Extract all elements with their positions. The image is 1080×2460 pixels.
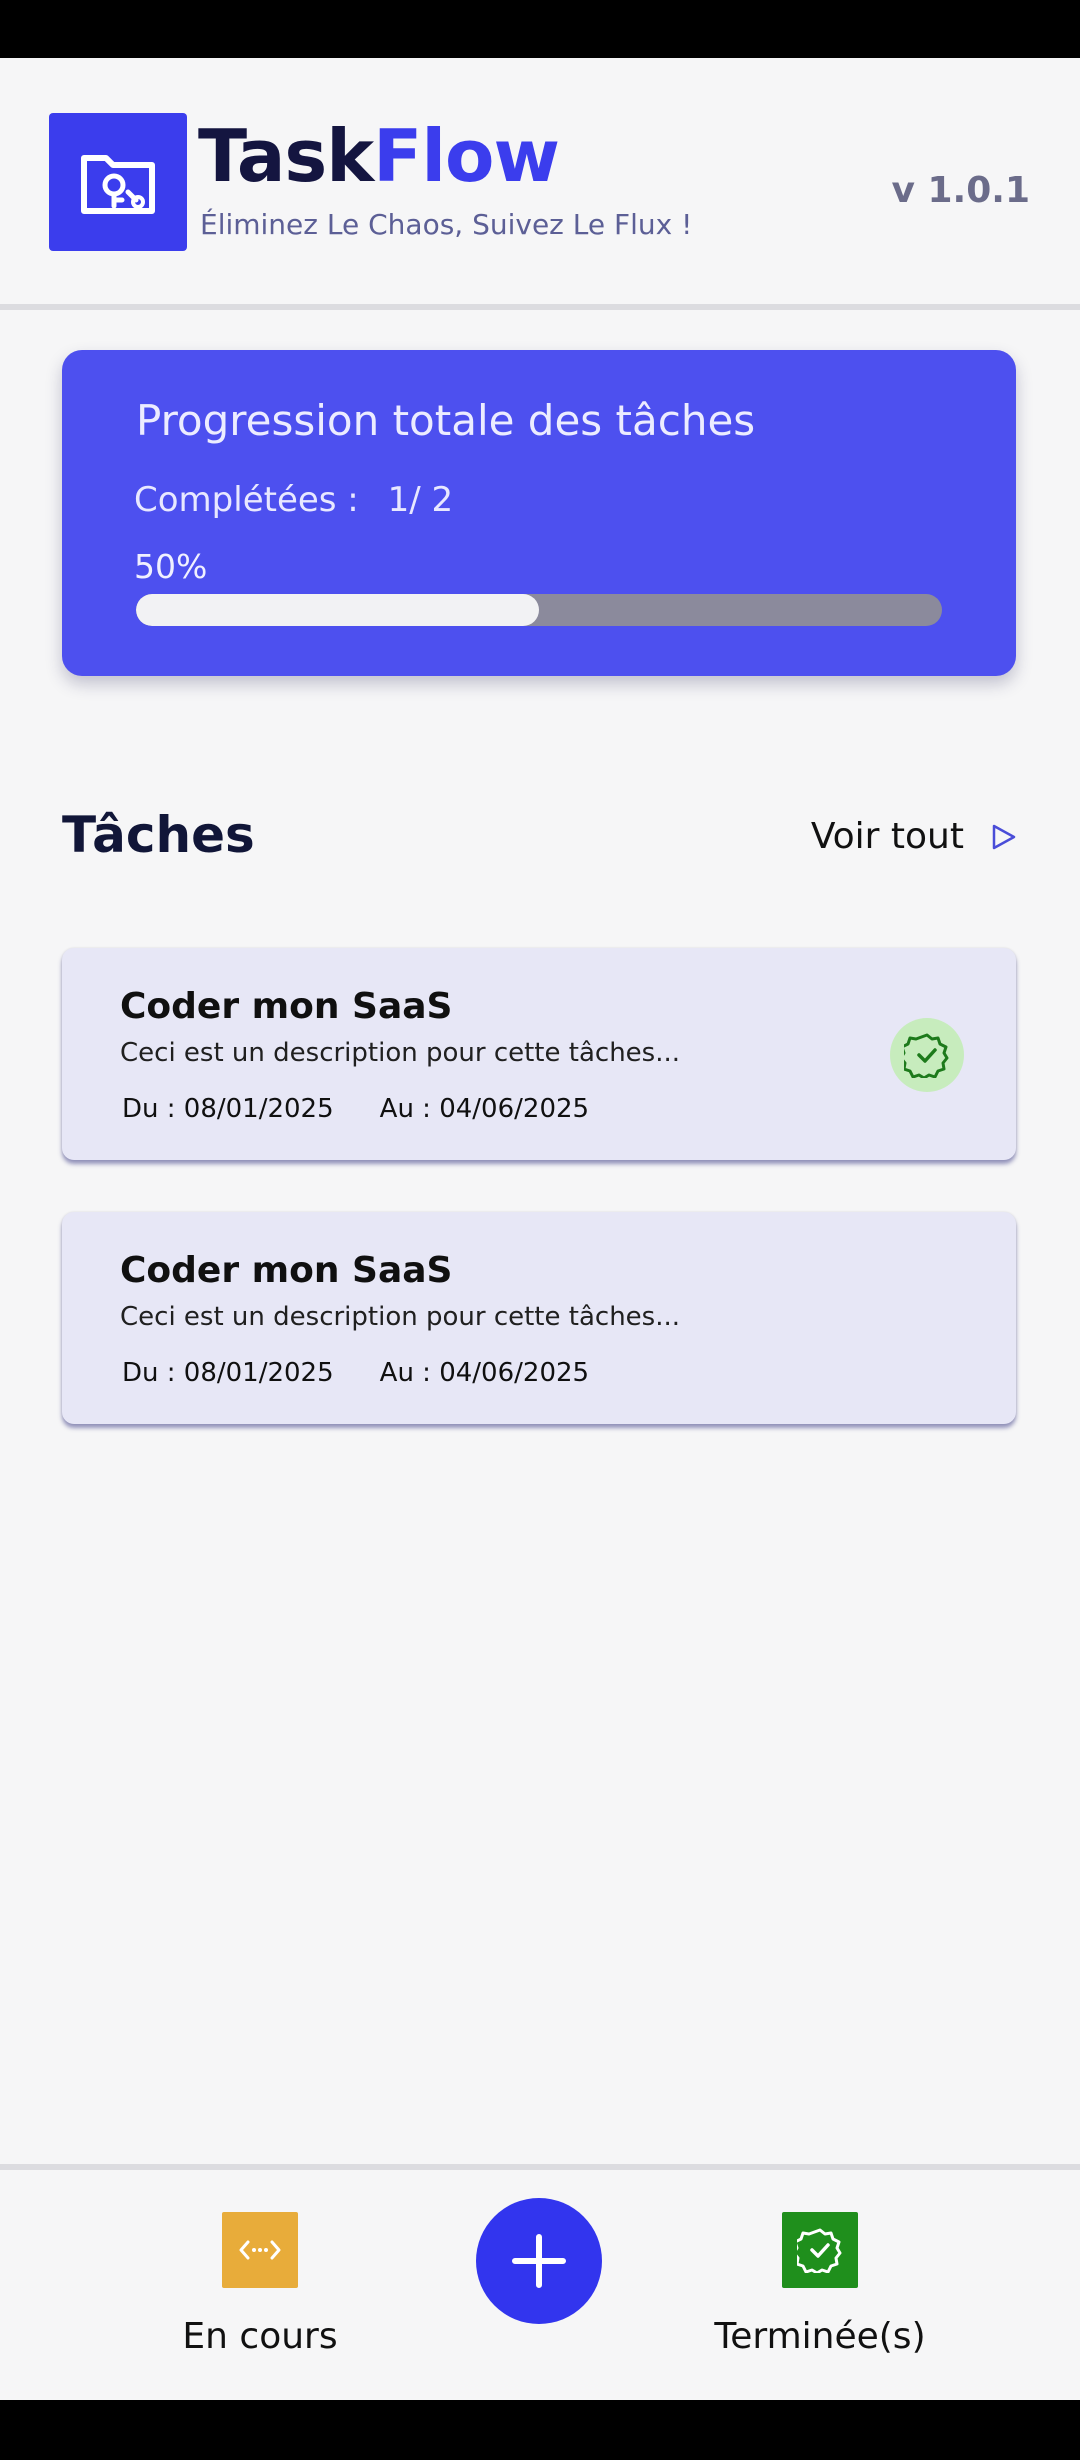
task-end-date: Au : 04/06/2025 [379,1358,590,1388]
nav-in-progress[interactable]: En cours [150,2212,370,2357]
progress-bar [136,594,942,626]
progress-count: Complétées : 1/ 2 [134,480,453,520]
nav-done-label: Terminée(s) [714,2316,926,2357]
task-title: Coder mon SaaS [120,1250,453,1291]
folder-key-icon [81,155,155,214]
progress-title: Progression totale des tâches [136,396,756,445]
completed-label: Complétées : [134,480,359,520]
task-start-date: Du : 08/01/2025 [122,1358,334,1388]
tasks-section-title: Tâches [62,806,255,864]
play-arrow-icon [992,824,1016,849]
check-badge-icon [904,1033,949,1078]
app-version: v 1.0.1 [891,170,1031,211]
task-end-date: Au : 04/06/2025 [379,1094,590,1124]
system-bottom-bar [0,2400,1080,2460]
plus-icon [512,2234,566,2288]
task-start-date: Du : 08/01/2025 [122,1094,334,1124]
app-title-part2: Flow [373,114,560,198]
progress-percent: 50% [134,547,208,586]
code-icon [222,2212,298,2288]
progress-card: Progression totale des tâches Complétées… [62,350,1016,676]
task-card[interactable]: Coder mon SaaS Ceci est un description p… [62,1212,1016,1424]
nav-in-progress-label: En cours [182,2316,338,2357]
app-logo [49,113,187,251]
task-description: Ceci est un description pour cette tâche… [120,1038,681,1068]
bottom-nav-divider [0,2164,1080,2170]
task-description: Ceci est un description pour cette tâche… [120,1302,681,1332]
task-dates: Du : 08/01/2025 Au : 04/06/2025 [122,1094,589,1124]
add-task-button[interactable] [476,2198,602,2324]
app-title-part1: Task [198,114,374,198]
see-all-link[interactable]: Voir tout [811,816,1018,857]
see-all-label: Voir tout [810,816,964,857]
task-completed-badge[interactable] [890,1018,964,1092]
completed-value: 1/ 2 [387,480,454,520]
progress-bar-fill [136,594,539,626]
header-divider [0,304,1080,310]
task-title: Coder mon SaaS [120,986,453,1027]
task-dates: Du : 08/01/2025 Au : 04/06/2025 [122,1358,589,1388]
nav-done[interactable]: Terminée(s) [700,2212,940,2357]
app-tagline: Éliminez Le Chaos, Suivez Le Flux ! [200,208,693,241]
app-screen: TaskFlow Éliminez Le Chaos, Suivez Le Fl… [0,58,1080,2400]
app-title: TaskFlow [198,120,560,192]
task-card[interactable]: Coder mon SaaS Ceci est un description p… [62,948,1016,1160]
app-header: TaskFlow Éliminez Le Chaos, Suivez Le Fl… [0,58,1080,310]
check-badge-icon [782,2212,858,2288]
